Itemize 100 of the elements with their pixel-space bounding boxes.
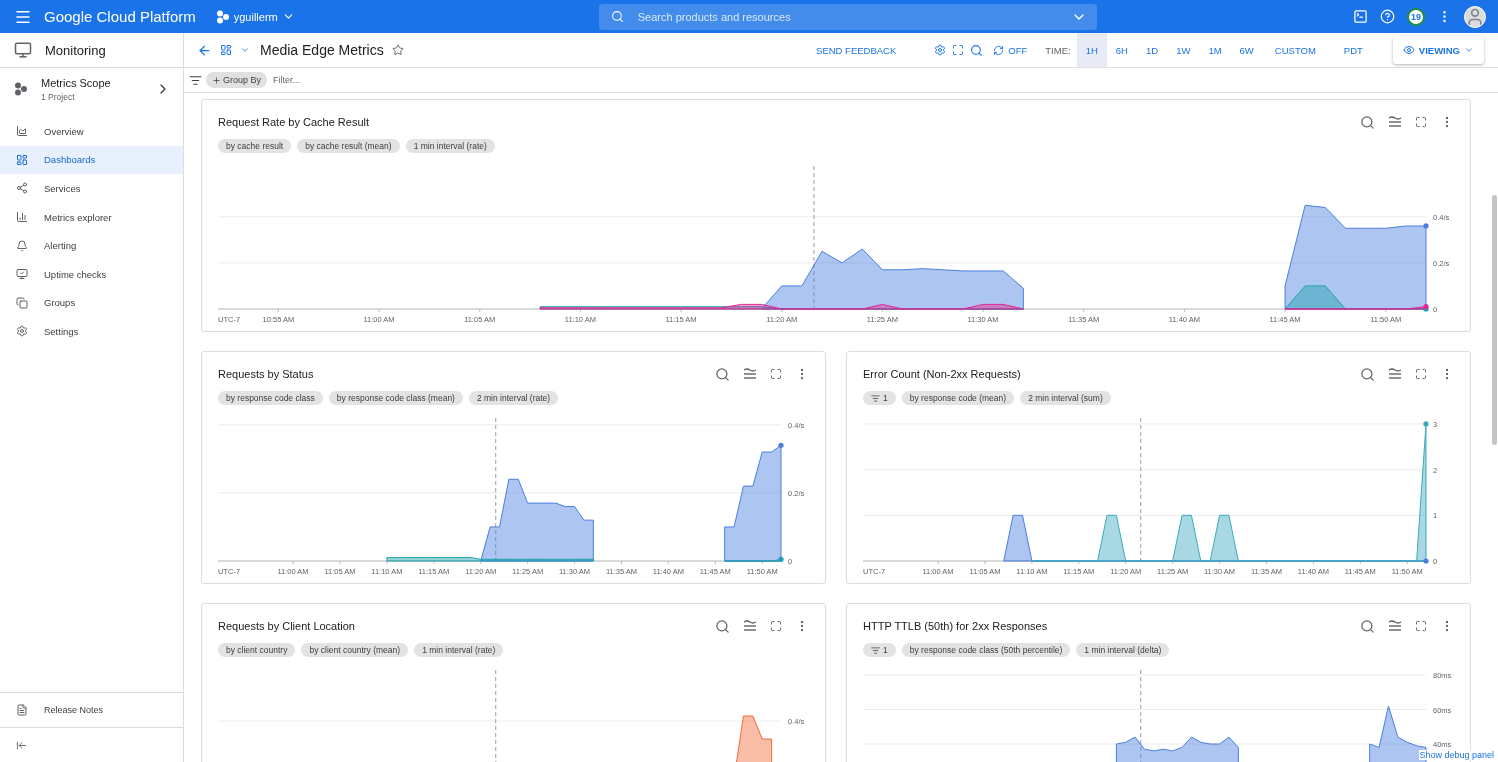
- timezone-button[interactable]: PDT: [1333, 33, 1373, 67]
- help-icon[interactable]: [1380, 9, 1395, 24]
- refresh-button[interactable]: OFF: [989, 33, 1032, 67]
- filter-icon: [871, 645, 880, 655]
- time-range-tab[interactable]: 6H: [1106, 33, 1137, 67]
- release-notes-link[interactable]: Release Notes: [0, 692, 183, 727]
- project-icon: [215, 9, 230, 24]
- fullscreen-icon[interactable]: [1415, 620, 1427, 632]
- dashboard-title: Media Edge Metrics: [260, 42, 384, 58]
- chip[interactable]: by response code class (mean): [328, 391, 463, 405]
- feedback-button[interactable]: SEND FEEDBACK: [808, 33, 905, 67]
- legend-icon[interactable]: [1388, 368, 1402, 380]
- settings-icon: [16, 325, 28, 338]
- zoom-icon[interactable]: [1360, 114, 1375, 130]
- group-by-chip[interactable]: Group By: [206, 72, 268, 88]
- zoom-icon[interactable]: [970, 43, 984, 57]
- viewing-button[interactable]: VIEWING: [1392, 36, 1484, 64]
- search-field[interactable]: Search products and resources: [635, 9, 1059, 24]
- zoom-icon[interactable]: [1360, 618, 1375, 634]
- fullscreen-icon[interactable]: [1415, 116, 1427, 128]
- sidebar-item[interactable]: Groups: [0, 288, 183, 318]
- dashboard-icon: [16, 153, 28, 166]
- zoom-icon[interactable]: [715, 366, 730, 382]
- filter-icon: [871, 393, 880, 403]
- filter-chip[interactable]: 1: [863, 391, 896, 405]
- avatar[interactable]: [1464, 5, 1486, 28]
- legend-icon[interactable]: [743, 620, 757, 632]
- plus-icon: [212, 75, 221, 85]
- bar-chart-icon: [16, 211, 28, 224]
- fullscreen-icon[interactable]: [1415, 368, 1427, 380]
- terminal-icon[interactable]: [1353, 9, 1368, 24]
- time-range-tab[interactable]: CUSTOM: [1262, 33, 1328, 67]
- chart-title: HTTP TTLB (50th) for 2xx Responses: [863, 620, 1049, 632]
- fullscreen-icon[interactable]: [952, 44, 965, 56]
- monitor-icon: [16, 268, 28, 281]
- filter-icon[interactable]: [189, 73, 202, 87]
- chip[interactable]: by client country (mean): [301, 643, 409, 657]
- nodes-icon: [16, 182, 28, 195]
- chart-title: Request Rate by Cache Result: [218, 116, 371, 128]
- sidebar-item[interactable]: Overview: [0, 117, 183, 146]
- legend-icon[interactable]: [1388, 116, 1402, 128]
- copy-icon: [16, 296, 28, 309]
- sidebar-item[interactable]: Services: [0, 174, 183, 203]
- chip[interactable]: by client country: [218, 643, 296, 657]
- chip[interactable]: by response code class (50th percentile): [901, 643, 1071, 657]
- chip[interactable]: by response code class: [218, 391, 323, 405]
- filter-chip[interactable]: 1: [863, 643, 896, 657]
- chart-title: Requests by Client Location: [218, 620, 356, 632]
- star-icon[interactable]: [391, 44, 404, 56]
- scope-title[interactable]: Metrics Scope: [41, 76, 142, 89]
- legend-icon[interactable]: [1388, 620, 1402, 632]
- bell-icon: [16, 239, 28, 252]
- time-range-tab[interactable]: 1H: [1076, 33, 1107, 67]
- time-range-tab[interactable]: 1D: [1136, 33, 1168, 67]
- monitor-icon: [14, 41, 32, 59]
- document-icon: [16, 704, 28, 716]
- scope-icon: [14, 82, 28, 96]
- sidebar-item[interactable]: Dashboards: [0, 145, 183, 175]
- chip[interactable]: by cache result (mean): [297, 139, 400, 153]
- time-range-tab[interactable]: 1W: [1167, 33, 1200, 67]
- zoom-icon[interactable]: [715, 618, 730, 634]
- project-selector[interactable]: yguillerm: [211, 7, 299, 26]
- eye-icon: [1402, 44, 1415, 56]
- zoom-icon[interactable]: [1360, 366, 1375, 382]
- fullscreen-icon[interactable]: [770, 620, 782, 632]
- chart-title: Error Count (Non-2xx Requests): [863, 368, 1022, 380]
- collapse-icon[interactable]: [16, 739, 27, 751]
- sidebar-item[interactable]: Metrics explorer: [0, 202, 183, 232]
- sidebar-title: Monitoring: [45, 42, 106, 58]
- sidebar-item[interactable]: Uptime checks: [0, 259, 183, 289]
- chip[interactable]: by response code (mean): [901, 391, 1015, 405]
- back-icon[interactable]: [197, 42, 212, 58]
- chip[interactable]: 1 min interval (delta): [1076, 643, 1170, 657]
- sidebar-item[interactable]: Alerting: [0, 231, 183, 260]
- fullscreen-icon[interactable]: [770, 368, 782, 380]
- debug-panel-link[interactable]: Show debug panel: [1419, 750, 1494, 760]
- chip[interactable]: 2 min interval (rate): [468, 391, 559, 405]
- product-name[interactable]: Google Cloud Platform: [44, 8, 196, 25]
- search-bar[interactable]: Search products and resources: [598, 3, 1097, 30]
- time-range-tab[interactable]: 1M: [1199, 33, 1231, 67]
- refresh-icon: [993, 44, 1005, 56]
- search-icon: [610, 10, 624, 23]
- chip[interactable]: 2 min interval (sum): [1020, 391, 1111, 405]
- scrollbar-thumb[interactable]: [1492, 195, 1497, 445]
- chart-title: Requests by Status: [218, 368, 315, 380]
- sidebar-item[interactable]: Settings: [0, 317, 183, 346]
- settings-icon[interactable]: [934, 44, 947, 56]
- caret-icon: [1464, 45, 1474, 55]
- chip[interactable]: by cache result: [218, 139, 292, 153]
- notification-badge[interactable]: 19: [1407, 7, 1425, 26]
- person-icon: [1465, 6, 1485, 27]
- chip[interactable]: 1 min interval (rate): [405, 139, 495, 153]
- legend-icon[interactable]: [743, 368, 757, 380]
- dashboard-icon[interactable]: [220, 44, 232, 56]
- chip[interactable]: 1 min interval (rate): [414, 643, 504, 657]
- area-chart-icon: [16, 125, 28, 138]
- time-label: TIME:: [1045, 44, 1071, 56]
- area-chart-drawing: [733, 715, 773, 762]
- scope-subtitle: 1 Project: [41, 91, 76, 102]
- time-range-tab[interactable]: 6W: [1230, 33, 1263, 67]
